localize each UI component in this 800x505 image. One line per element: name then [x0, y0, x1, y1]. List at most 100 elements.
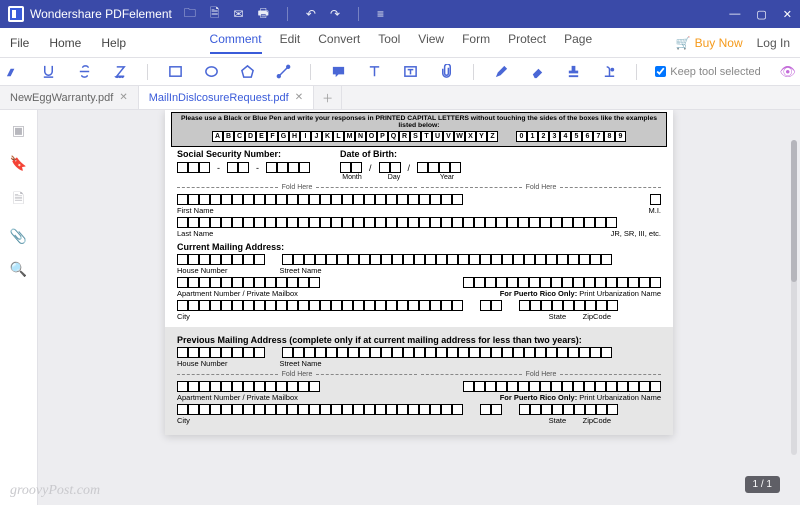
- bookmark-icon[interactable]: 🔖: [10, 155, 27, 172]
- hide-icon[interactable]: 👁: [779, 63, 797, 81]
- input-box[interactable]: [243, 217, 254, 228]
- input-box[interactable]: 4: [560, 131, 571, 142]
- input-box[interactable]: [480, 254, 491, 265]
- input-box[interactable]: [452, 404, 463, 415]
- input-box[interactable]: [552, 300, 563, 311]
- input-box[interactable]: [331, 194, 342, 205]
- input-box[interactable]: [535, 347, 546, 358]
- input-box[interactable]: [199, 254, 210, 265]
- input-box[interactable]: [650, 194, 661, 205]
- input-box[interactable]: [221, 194, 232, 205]
- input-box[interactable]: [480, 300, 491, 311]
- input-box[interactable]: [419, 404, 430, 415]
- input-box[interactable]: [266, 162, 277, 173]
- input-box[interactable]: [337, 254, 348, 265]
- input-box[interactable]: [199, 404, 210, 415]
- input-box[interactable]: [287, 277, 298, 288]
- input-box[interactable]: B: [223, 131, 234, 142]
- input-box[interactable]: [496, 277, 507, 288]
- input-box[interactable]: [390, 162, 401, 173]
- input-box[interactable]: [568, 254, 579, 265]
- input-box[interactable]: [419, 194, 430, 205]
- input-box[interactable]: E: [256, 131, 267, 142]
- input-box[interactable]: [227, 162, 238, 173]
- input-box[interactable]: [243, 254, 254, 265]
- input-box[interactable]: [474, 277, 485, 288]
- input-box[interactable]: [414, 347, 425, 358]
- input-box[interactable]: 7: [593, 131, 604, 142]
- input-box[interactable]: [309, 217, 320, 228]
- input-box[interactable]: S: [410, 131, 421, 142]
- input-box[interactable]: [348, 254, 359, 265]
- input-box[interactable]: [221, 300, 232, 311]
- input-box[interactable]: [518, 217, 529, 228]
- input-box[interactable]: [254, 277, 265, 288]
- input-box[interactable]: [546, 254, 557, 265]
- input-box[interactable]: [232, 347, 243, 358]
- input-box[interactable]: [452, 217, 463, 228]
- input-box[interactable]: [573, 217, 584, 228]
- input-box[interactable]: [254, 381, 265, 392]
- minimize-icon[interactable]: —: [729, 8, 740, 21]
- input-box[interactable]: [298, 404, 309, 415]
- input-box[interactable]: [276, 217, 287, 228]
- input-box[interactable]: [386, 404, 397, 415]
- input-box[interactable]: [320, 404, 331, 415]
- input-box[interactable]: J: [311, 131, 322, 142]
- input-box[interactable]: C: [234, 131, 245, 142]
- thumbnails-icon[interactable]: ▣: [12, 122, 25, 139]
- input-box[interactable]: [441, 194, 452, 205]
- input-box[interactable]: [469, 347, 480, 358]
- input-box[interactable]: [574, 404, 585, 415]
- input-box[interactable]: [584, 217, 595, 228]
- input-box[interactable]: [430, 217, 441, 228]
- input-box[interactable]: [364, 300, 375, 311]
- tab-close-icon[interactable]: ✕: [295, 92, 303, 103]
- input-box[interactable]: [304, 347, 315, 358]
- input-box[interactable]: [436, 347, 447, 358]
- input-box[interactable]: [428, 162, 439, 173]
- input-box[interactable]: [552, 404, 563, 415]
- input-box[interactable]: [232, 254, 243, 265]
- input-box[interactable]: [485, 381, 496, 392]
- input-box[interactable]: [232, 300, 243, 311]
- scrollbar[interactable]: [791, 140, 797, 455]
- input-box[interactable]: [342, 404, 353, 415]
- keep-tool-checkbox[interactable]: Keep tool selected: [655, 66, 761, 78]
- input-box[interactable]: [557, 254, 568, 265]
- input-box[interactable]: [650, 277, 661, 288]
- input-box[interactable]: [298, 277, 309, 288]
- input-box[interactable]: [287, 404, 298, 415]
- input-box[interactable]: [463, 381, 474, 392]
- input-box[interactable]: R: [399, 131, 410, 142]
- input-box[interactable]: [177, 347, 188, 358]
- input-box[interactable]: [474, 381, 485, 392]
- input-box[interactable]: [540, 217, 551, 228]
- tab-close-icon[interactable]: ✕: [119, 92, 127, 103]
- input-box[interactable]: [320, 194, 331, 205]
- input-box[interactable]: [518, 381, 529, 392]
- input-box[interactable]: [188, 404, 199, 415]
- strikethrough-icon[interactable]: [75, 63, 93, 81]
- input-box[interactable]: [375, 404, 386, 415]
- input-box[interactable]: [210, 254, 221, 265]
- input-box[interactable]: [450, 162, 461, 173]
- input-box[interactable]: [596, 404, 607, 415]
- keep-tool-input[interactable]: [655, 66, 666, 77]
- input-box[interactable]: [524, 254, 535, 265]
- input-box[interactable]: [348, 347, 359, 358]
- input-box[interactable]: [232, 217, 243, 228]
- input-box[interactable]: [474, 217, 485, 228]
- input-box[interactable]: [364, 404, 375, 415]
- input-box[interactable]: T: [421, 131, 432, 142]
- input-box[interactable]: [188, 381, 199, 392]
- input-box[interactable]: [221, 254, 232, 265]
- input-box[interactable]: [491, 300, 502, 311]
- input-box[interactable]: [243, 277, 254, 288]
- input-box[interactable]: [573, 277, 584, 288]
- input-box[interactable]: [595, 217, 606, 228]
- input-box[interactable]: [568, 347, 579, 358]
- input-box[interactable]: [530, 404, 541, 415]
- close-icon[interactable]: ✕: [783, 8, 792, 21]
- text-icon[interactable]: [365, 63, 383, 81]
